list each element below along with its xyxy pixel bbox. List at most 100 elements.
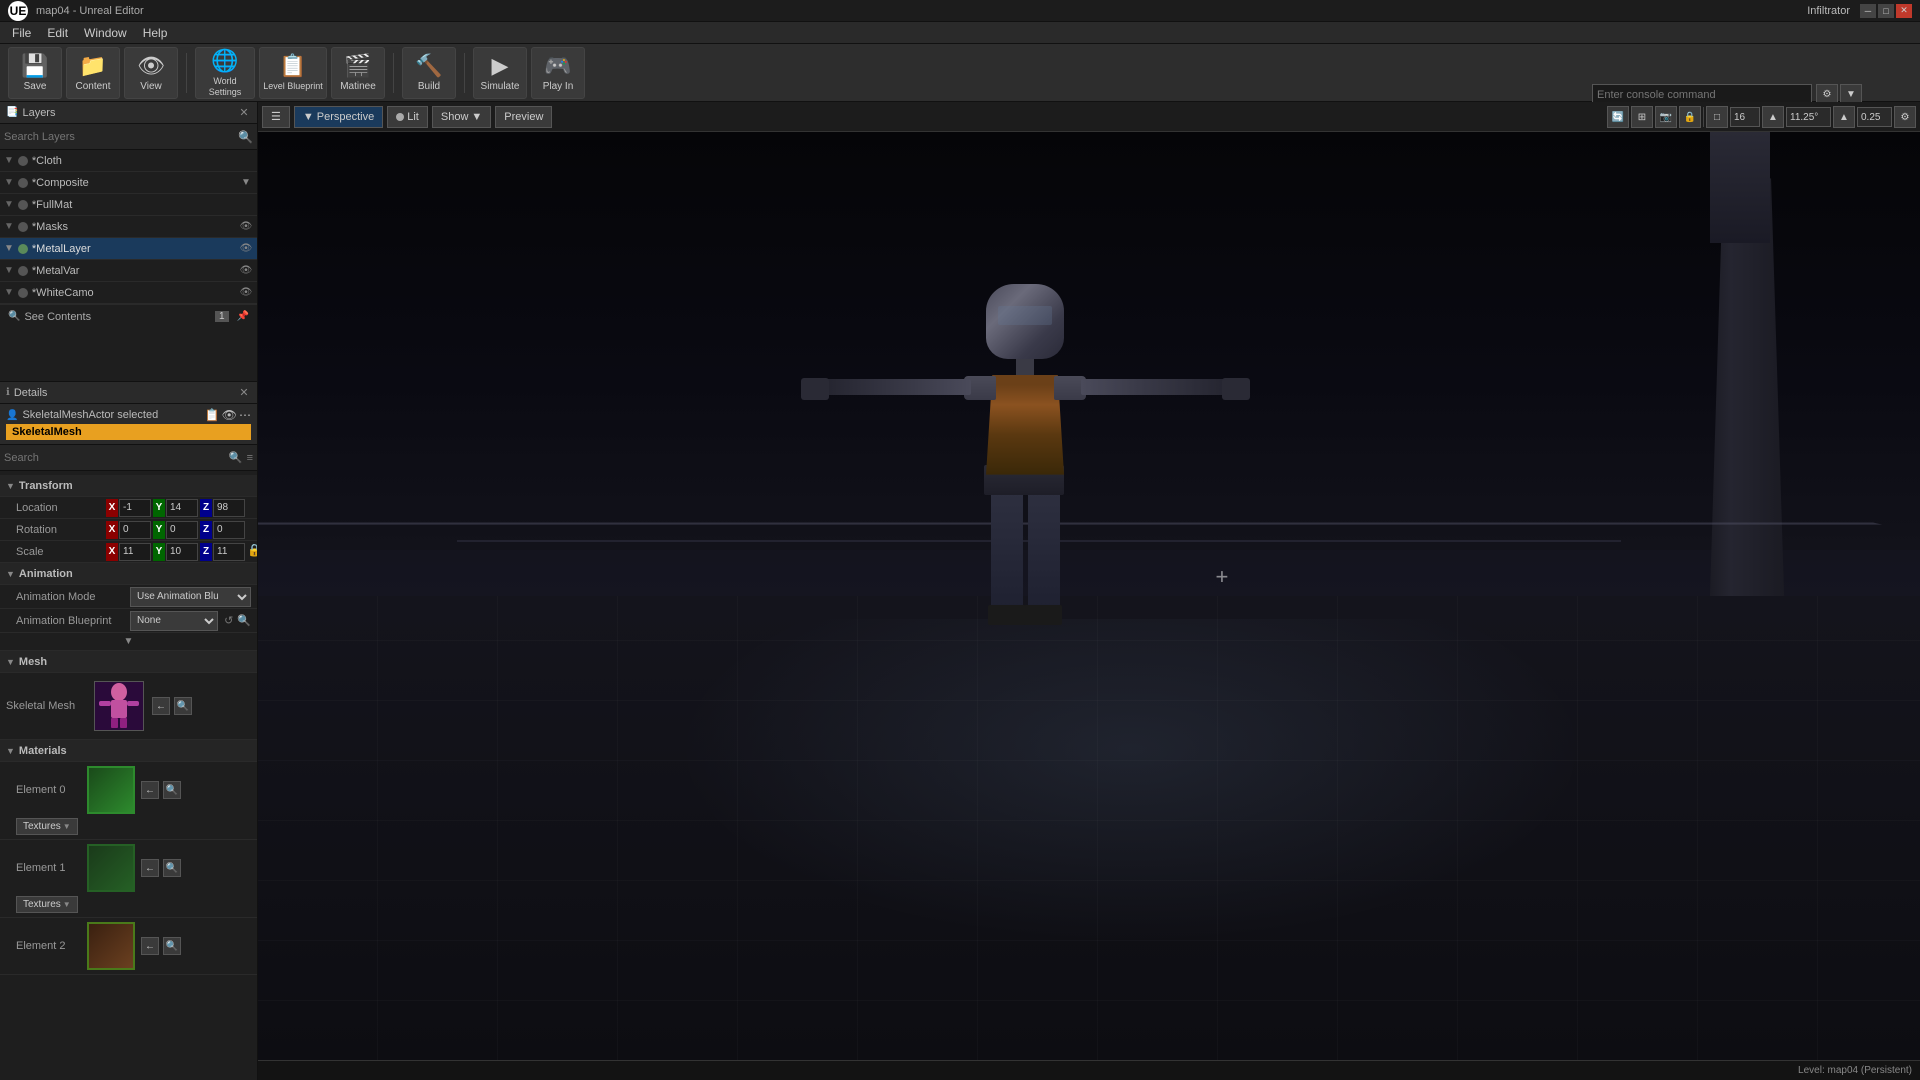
vp-tool-up-btn[interactable]: ▲ [1762, 106, 1784, 128]
layer-item-cloth[interactable]: ▼ *Cloth [0, 150, 257, 172]
mesh-action-arrow[interactable]: ← [152, 697, 170, 715]
minimize-button[interactable]: ─ [1860, 4, 1876, 18]
viewport-menu-btn[interactable]: ☰ [262, 106, 290, 128]
vp-tool-angle-up-btn[interactable]: ▲ [1833, 106, 1855, 128]
layers-search-input[interactable] [4, 131, 238, 143]
details-filter-btn[interactable]: ≡ [247, 452, 253, 464]
vp-angle-input[interactable] [1786, 107, 1831, 127]
blueprint-reset-icon[interactable]: ↺ [224, 614, 233, 627]
material-1-arrow-btn[interactable]: ← [141, 859, 159, 877]
material-0-arrow-btn[interactable]: ← [141, 781, 159, 799]
build-button[interactable]: 🔨 Build [402, 47, 456, 99]
details-close-button[interactable]: ✕ [237, 386, 251, 400]
material-1-search-btn[interactable]: 🔍 [163, 859, 181, 877]
blueprint-browse-icon[interactable]: 🔍 [237, 614, 251, 627]
vp-tool-rotate-btn[interactable]: 🔄 [1607, 106, 1629, 128]
close-button[interactable]: ✕ [1896, 4, 1912, 18]
actor-icon-btn1[interactable]: 📋 [205, 408, 220, 422]
menu-edit[interactable]: Edit [39, 24, 76, 42]
viewport-preview-btn[interactable]: Preview [495, 106, 552, 128]
material-0-textures-button[interactable]: Textures ▼ [16, 818, 78, 835]
layer-item-metalvar[interactable]: ▼ *MetalVar 👁 [0, 260, 257, 282]
save-button[interactable]: 💾 Save [8, 47, 62, 99]
animation-mode-select[interactable]: Use Animation Blu [130, 587, 251, 607]
layer-item-whitecamo[interactable]: ▼ *WhiteCamo 👁 [0, 282, 257, 304]
vp-tool-settings-btn[interactable]: ⚙ [1894, 106, 1916, 128]
animation-blueprint-select[interactable]: None [130, 611, 218, 631]
metalvar-eye-icon[interactable]: 👁 [239, 264, 253, 278]
simulate-button[interactable]: ▶ Simulate [473, 47, 527, 99]
material-0-search-btn[interactable]: 🔍 [163, 781, 181, 799]
location-x-field[interactable] [119, 499, 151, 517]
scale-lock-icon[interactable]: 🔒 [247, 543, 257, 561]
material-2-search-btn[interactable]: 🔍 [163, 937, 181, 955]
mesh-action-buttons: ← 🔍 [152, 697, 192, 715]
layer-item-composite[interactable]: ▼ *Composite ▼ [0, 172, 257, 194]
view-button[interactable]: 👁 View [124, 47, 178, 99]
rotation-y-field[interactable] [166, 521, 198, 539]
maximize-button[interactable]: □ [1878, 4, 1894, 18]
char-torso-chest [986, 375, 1064, 475]
rotation-x-input: X [106, 521, 151, 539]
mesh-action-search[interactable]: 🔍 [174, 697, 192, 715]
material-element-0-thumbnail[interactable] [87, 766, 135, 814]
char-leg-right [1028, 485, 1060, 615]
show-arrow-icon: ▼ [471, 111, 482, 123]
play-in-button[interactable]: 🎮 Play In [531, 47, 585, 99]
details-content: ▼ Transform Location X Y [0, 471, 257, 1080]
char-leg-left [991, 485, 1023, 615]
scale-x-field[interactable] [119, 543, 151, 561]
vp-tool-square-btn[interactable]: □ [1706, 106, 1728, 128]
layer-item-metallayer[interactable]: ▼ *MetalLayer 👁 [0, 238, 257, 260]
actor-icon-btn2[interactable]: 👁 [222, 408, 237, 422]
material-2-arrow-btn[interactable]: ← [141, 937, 159, 955]
scale-y-field[interactable] [166, 543, 198, 561]
metallayer-eye-icon[interactable]: 👁 [239, 242, 253, 256]
rotation-z-field[interactable] [213, 521, 245, 539]
rotation-x-field[interactable] [119, 521, 151, 539]
whitecamo-eye-icon[interactable]: 👁 [239, 286, 253, 300]
material-element-2-thumbnail[interactable] [87, 922, 135, 970]
details-search-bar: 🔍 ≡ [0, 445, 257, 471]
material-1-actions: ← 🔍 [141, 859, 181, 877]
layer-item-masks[interactable]: ▼ *Masks 👁 [0, 216, 257, 238]
menu-window[interactable]: Window [76, 24, 135, 42]
viewport-perspective-btn[interactable]: ▼ Perspective [294, 106, 383, 128]
matinee-button[interactable]: 🎬 Matinee [331, 47, 385, 99]
viewport[interactable]: ☰ ▼ Perspective Lit Show ▼ Preview 🔄 ⊞ 📷… [258, 102, 1920, 1080]
menu-file[interactable]: File [4, 24, 39, 42]
materials-section-header[interactable]: ▼ Materials [0, 740, 257, 762]
vp-tool-grid-btn[interactable]: ⊞ [1631, 106, 1653, 128]
actor-icon-btn3[interactable]: ⋯ [239, 408, 251, 422]
animation-expand-row[interactable]: ▼ [0, 633, 257, 651]
material-1-textures-button[interactable]: Textures ▼ [16, 896, 78, 913]
vp-grid-size-input[interactable] [1730, 107, 1760, 127]
skeletal-mesh-thumbnail[interactable] [94, 681, 144, 731]
material-element-1-thumbnail[interactable] [87, 844, 135, 892]
scene-3d: + [258, 132, 1920, 1060]
viewport-lit-btn[interactable]: Lit [387, 106, 428, 128]
scale-y-input: Y [153, 543, 198, 561]
menu-help[interactable]: Help [135, 24, 176, 42]
mesh-section-header[interactable]: ▼ Mesh [0, 651, 257, 673]
vp-tool-camera-btn[interactable]: 📷 [1655, 106, 1677, 128]
vp-tool-lock-btn[interactable]: 🔒 [1679, 106, 1701, 128]
composite-expand-icon: ▼ [239, 176, 253, 190]
location-z-field[interactable] [213, 499, 245, 517]
details-search-input[interactable] [4, 452, 225, 464]
scale-z-field[interactable] [213, 543, 245, 561]
layers-close-button[interactable]: ✕ [237, 106, 251, 120]
animation-section-header[interactable]: ▼ Animation [0, 563, 257, 585]
infiltrator-label: Infiltrator [1807, 5, 1850, 17]
vp-scale-input[interactable] [1857, 107, 1892, 127]
viewport-show-btn[interactable]: Show ▼ [432, 106, 491, 128]
layer-item-fullmat[interactable]: ▼ *FullMat [0, 194, 257, 216]
masks-eye-icon[interactable]: 👁 [239, 220, 253, 234]
level-blueprint-button[interactable]: 📋 Level Blueprint [259, 47, 327, 99]
see-contents-row[interactable]: 🔍 See Contents 1 📌 [0, 304, 257, 328]
location-y-field[interactable] [166, 499, 198, 517]
content-button[interactable]: 📁 Content [66, 47, 120, 99]
viewport-status-bar: Level: map04 (Persistent) [258, 1060, 1920, 1080]
world-settings-button[interactable]: 🌐 World Settings [195, 47, 255, 99]
transform-section-header[interactable]: ▼ Transform [0, 475, 257, 497]
